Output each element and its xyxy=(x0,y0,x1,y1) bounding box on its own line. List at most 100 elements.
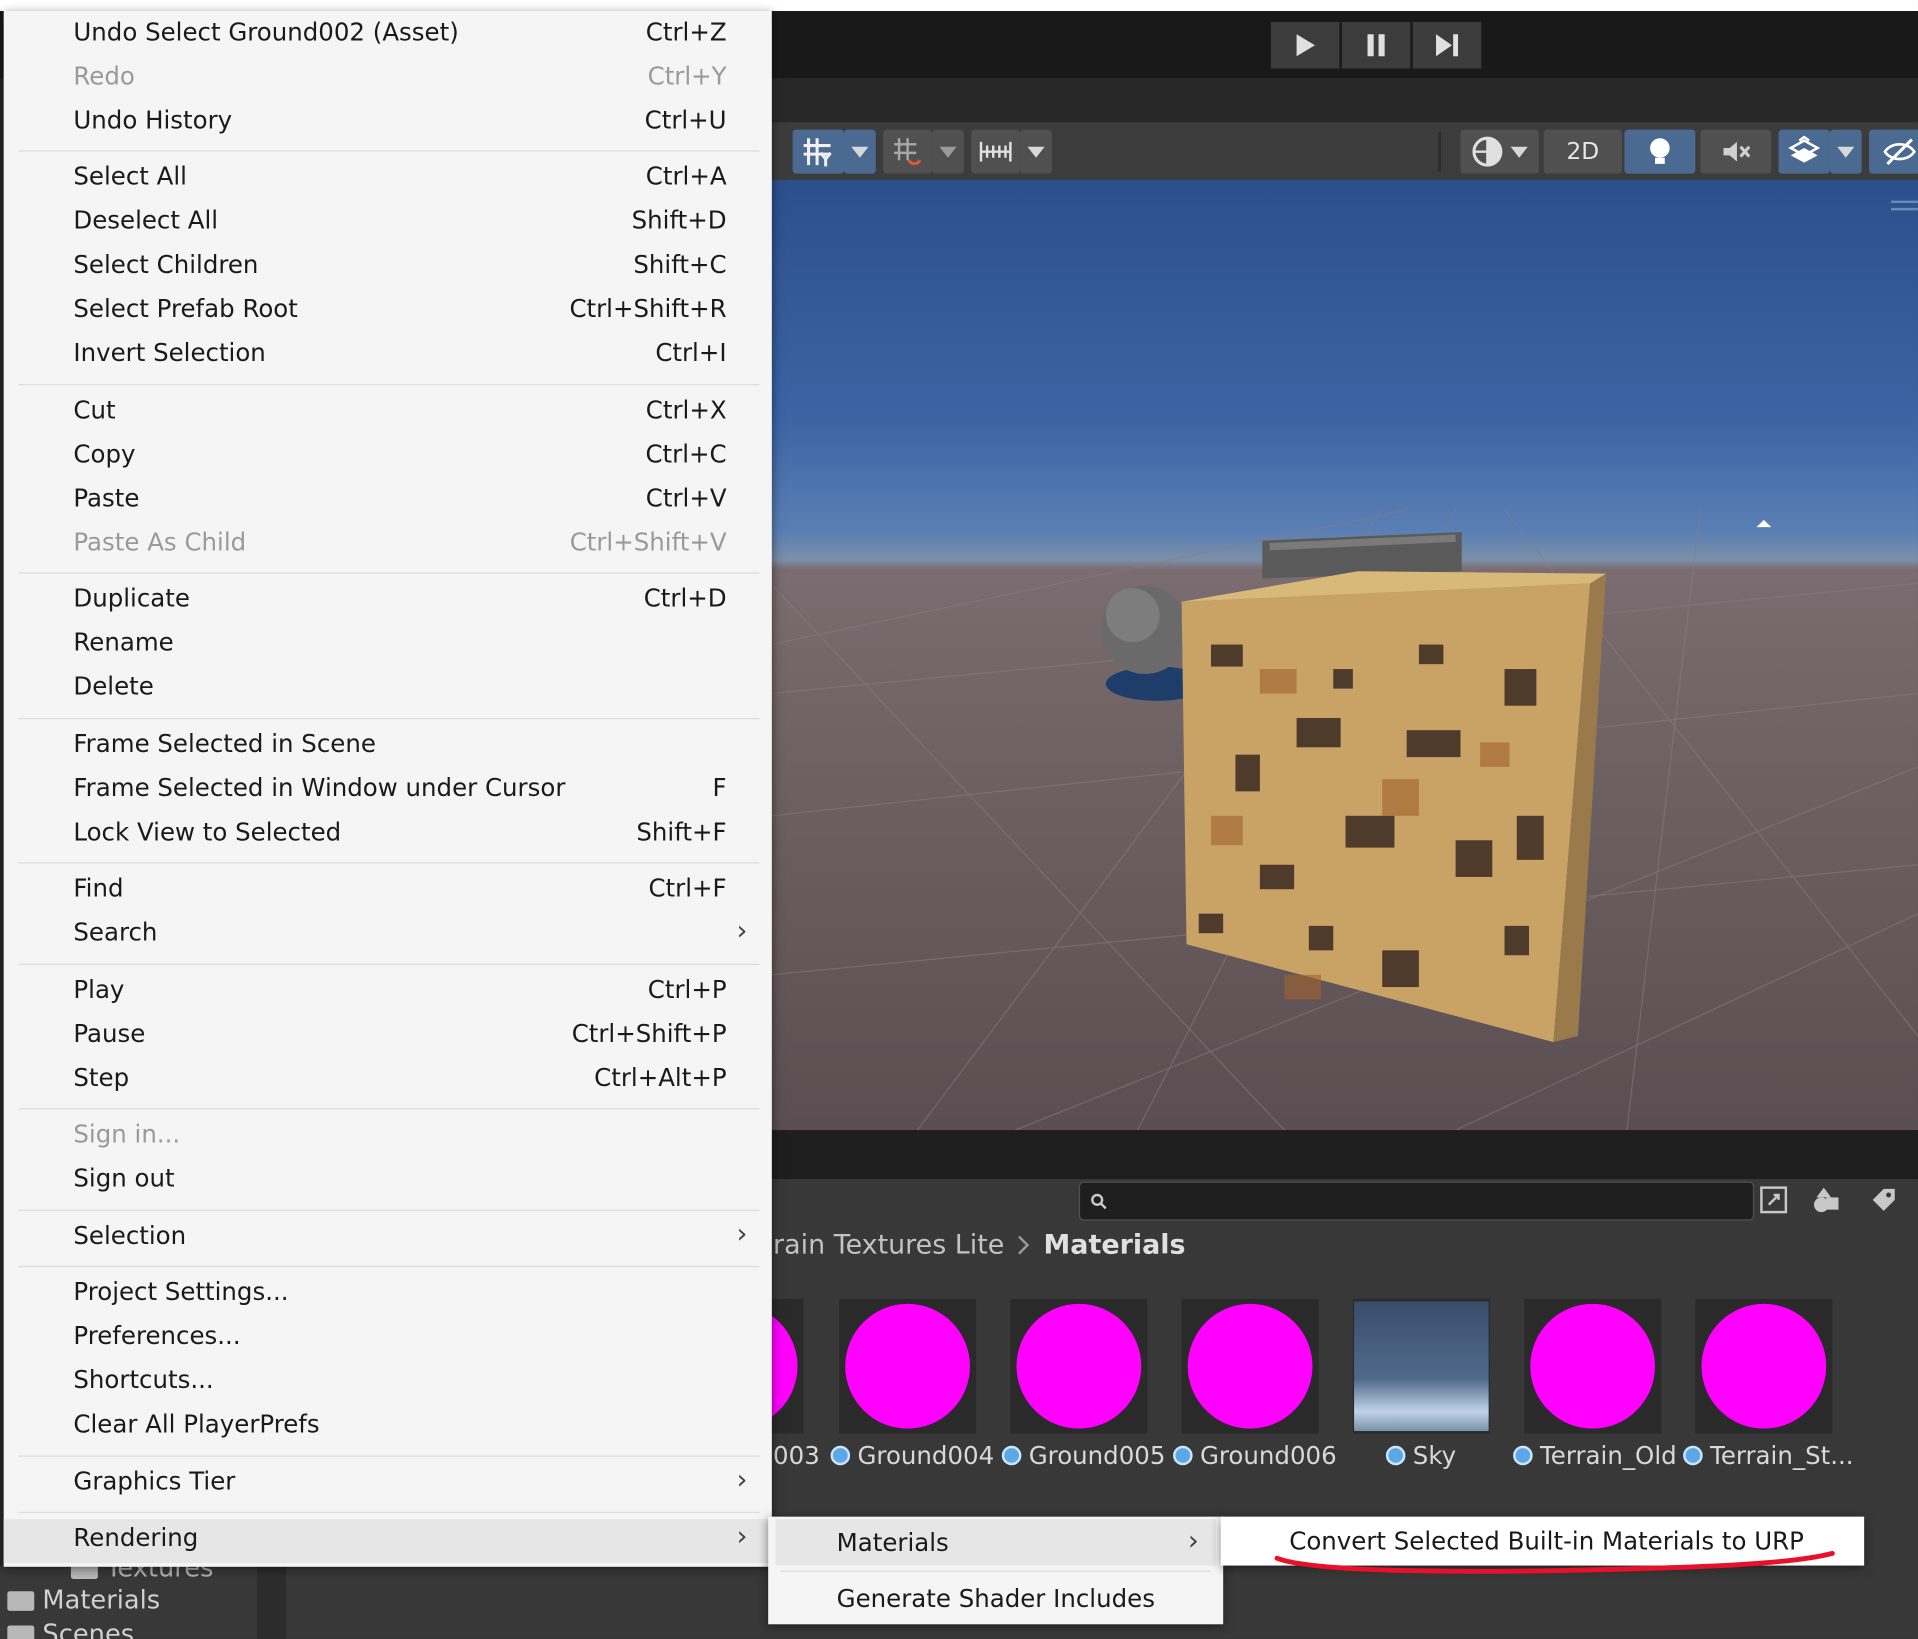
asset-tile[interactable] xyxy=(1181,1298,1319,1434)
menu-item-rendering[interactable]: Rendering › xyxy=(3,1519,772,1564)
menu-item-graphics-tier[interactable]: Graphics Tier › xyxy=(4,1463,772,1507)
pause-button[interactable] xyxy=(1341,22,1411,69)
menu-item-shortcuts[interactable]: Shortcuts... xyxy=(4,1361,772,1405)
search-by-type-icon xyxy=(1760,1186,1788,1214)
toolbar-divider xyxy=(1438,132,1441,172)
menu-separator xyxy=(18,1455,760,1457)
material-icon xyxy=(830,1445,851,1466)
grid-snap-icon xyxy=(803,138,832,167)
red-underline-annotation xyxy=(1274,1550,1835,1574)
project-folder-tree: Textures Materials Scenes xyxy=(0,1553,771,1639)
effects-dropdown[interactable] xyxy=(1829,129,1862,174)
menu-separator xyxy=(18,384,760,386)
chevron-down-icon xyxy=(1837,146,1855,158)
material-icon xyxy=(1173,1445,1193,1466)
menu-item-lock-view[interactable]: Lock View to Selected Shift+F xyxy=(4,813,772,857)
menu-item-pause[interactable]: Pause Ctrl+Shift+P xyxy=(4,1015,772,1059)
asset-tile[interactable] xyxy=(839,1298,977,1434)
chevron-right-icon: › xyxy=(1187,1526,1199,1558)
menu-item-sign-out[interactable]: Sign out xyxy=(4,1159,772,1203)
pause-icon xyxy=(1367,34,1385,57)
mode-2d-button[interactable]: 2D xyxy=(1543,129,1622,174)
menu-item-play[interactable]: Play Ctrl+P xyxy=(4,971,772,1015)
filter-by-label-button[interactable] xyxy=(1862,1183,1906,1217)
menu-item-search[interactable]: Search › xyxy=(4,914,772,958)
menu-item-paste[interactable]: Paste Ctrl+V xyxy=(4,479,772,523)
material-icon xyxy=(1385,1445,1406,1466)
grid-snap-dropdown[interactable] xyxy=(844,129,876,174)
menu-item-find[interactable]: Find Ctrl+F xyxy=(4,870,772,914)
folder-icon xyxy=(7,1625,35,1639)
asset-label: Ground004 xyxy=(830,1441,994,1470)
menu-separator xyxy=(18,1209,760,1211)
chevron-down-icon xyxy=(939,146,957,158)
menu-item-clear-playerprefs[interactable]: Clear All PlayerPrefs xyxy=(4,1405,772,1449)
menu-item-duplicate[interactable]: Duplicate Ctrl+D xyxy=(4,580,772,624)
step-button[interactable] xyxy=(1412,22,1482,69)
breadcrumb-current[interactable]: Materials xyxy=(1044,1230,1186,1261)
grid-snap-button[interactable] xyxy=(792,129,845,174)
menu-item-frame-selected-window[interactable]: Frame Selected in Window under Cursor F xyxy=(4,769,772,813)
menu-item-copy[interactable]: Copy Ctrl+C xyxy=(4,435,772,479)
menu-item-select-all[interactable]: Select All Ctrl+A xyxy=(4,158,772,202)
submenu-item-generate-shader-includes[interactable]: Generate Shader Includes xyxy=(768,1575,1223,1621)
effects-toggle[interactable] xyxy=(1778,129,1830,174)
asset-tile[interactable] xyxy=(1524,1298,1662,1434)
material-icon xyxy=(1683,1445,1703,1466)
project-search-input[interactable] xyxy=(1078,1181,1755,1221)
chevron-down-icon xyxy=(851,146,869,158)
asset-tile[interactable] xyxy=(1010,1298,1148,1434)
chevron-right-icon: › xyxy=(736,1465,748,1496)
asset-tile[interactable] xyxy=(1352,1298,1490,1434)
asset-label: Terrain_Old xyxy=(1513,1441,1677,1470)
chevron-down-icon xyxy=(1027,146,1045,158)
increment-snap-button[interactable] xyxy=(883,129,933,174)
audio-toggle[interactable] xyxy=(1700,129,1772,174)
play-button[interactable] xyxy=(1270,22,1340,69)
material-icon xyxy=(1513,1445,1533,1466)
menu-item-invert-selection[interactable]: Invert Selection Ctrl+I xyxy=(4,334,772,378)
increment-snap-dropdown[interactable] xyxy=(932,129,964,174)
menu-item-paste-as-child: Paste As Child Ctrl+Shift+V xyxy=(73,527,727,557)
ruler-dropdown[interactable] xyxy=(1020,129,1052,174)
material-thumbnail xyxy=(839,1298,977,1434)
visibility-toggle[interactable] xyxy=(1869,129,1918,174)
render-mode-button[interactable] xyxy=(1460,129,1539,174)
menu-item-cut[interactable]: Cut Ctrl+X xyxy=(4,391,772,435)
scene-view[interactable] xyxy=(770,179,1918,1131)
menu-separator xyxy=(18,572,760,574)
asset-tile[interactable] xyxy=(1695,1298,1833,1434)
menu-item-preferences[interactable]: Preferences... xyxy=(4,1317,772,1361)
menu-item-undo[interactable]: Undo Select Ground002 (Asset) Ctrl+Z xyxy=(4,13,772,57)
scrollbar[interactable] xyxy=(256,1565,287,1639)
scene-toolbar: 2D xyxy=(770,122,1918,180)
menu-item-select-children[interactable]: Select Children Shift+C xyxy=(4,246,772,290)
breadcrumb-item[interactable]: rain Textures Lite xyxy=(773,1230,1004,1261)
folder-item[interactable]: Scenes xyxy=(7,1619,134,1639)
ruler-button[interactable] xyxy=(971,129,1021,174)
search-mode-button[interactable] xyxy=(1752,1183,1796,1217)
menu-item-step[interactable]: Step Ctrl+Alt+P xyxy=(4,1059,772,1103)
menu-separator xyxy=(18,1265,760,1268)
scene-render xyxy=(770,200,1918,1131)
lighting-toggle[interactable] xyxy=(1624,129,1696,174)
chevron-right-icon xyxy=(1018,1235,1030,1255)
chevron-right-icon: › xyxy=(736,1521,748,1553)
folder-item[interactable]: Materials xyxy=(7,1585,160,1614)
menu-item-undo-history[interactable]: Undo History Ctrl+U xyxy=(4,102,772,146)
menu-separator xyxy=(18,717,760,720)
asset-label: 003 xyxy=(773,1440,820,1471)
filter-by-type-button[interactable] xyxy=(1805,1183,1849,1217)
material-thumbnail xyxy=(1524,1298,1662,1434)
menu-item-deselect-all[interactable]: Deselect All Shift+D xyxy=(4,202,772,246)
menu-item-delete[interactable]: Delete xyxy=(4,668,772,712)
menu-item-select-prefab-root[interactable]: Select Prefab Root Ctrl+Shift+R xyxy=(4,290,772,334)
menu-item-rename[interactable]: Rename xyxy=(4,624,772,668)
submenu-item-materials[interactable]: Materials › xyxy=(775,1519,1216,1566)
menu-separator xyxy=(780,1570,1211,1572)
menu-item-frame-selected[interactable]: Frame Selected in Scene xyxy=(4,725,772,769)
menu-item-project-settings[interactable]: Project Settings... xyxy=(4,1273,772,1317)
playmode-controls xyxy=(1270,22,1484,69)
audio-mute-icon xyxy=(1723,141,1751,162)
menu-item-selection[interactable]: Selection › xyxy=(4,1217,772,1261)
